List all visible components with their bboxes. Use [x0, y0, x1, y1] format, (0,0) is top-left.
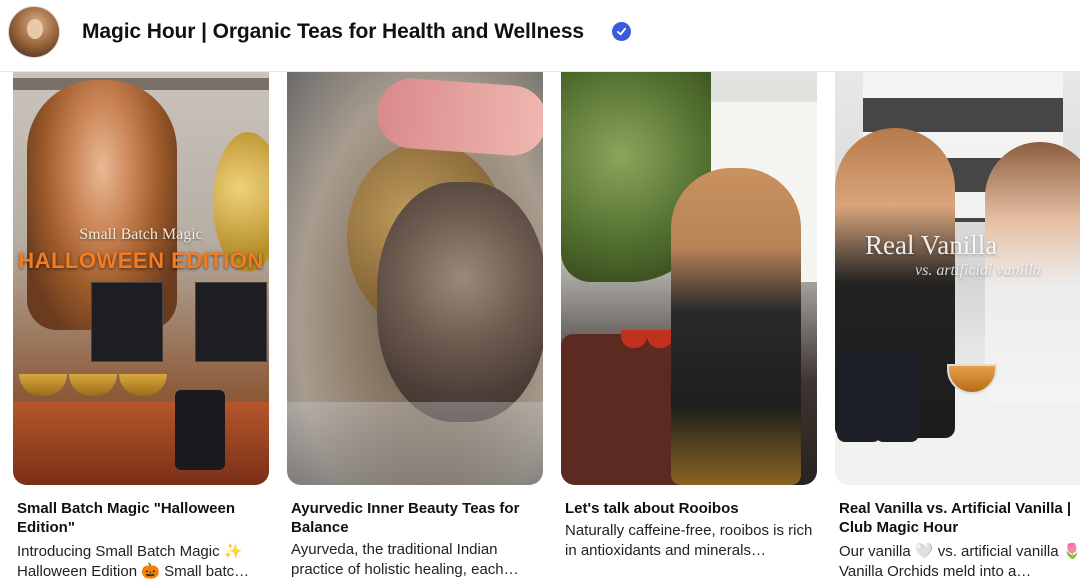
profile-avatar[interactable]	[8, 6, 60, 58]
board-header: Magic Hour | Organic Teas for Health and…	[0, 0, 1080, 72]
pin-card[interactable]: Let's talk about Rooibos Naturally caffe…	[561, 72, 817, 559]
pin-title[interactable]: Ayurvedic Inner Beauty Teas for Balance	[291, 499, 543, 537]
verified-badge-icon	[612, 22, 631, 41]
board-title[interactable]: Magic Hour | Organic Teas for Health and…	[82, 20, 584, 44]
overlay-text: vs. artificial vanilla	[915, 262, 1041, 279]
decor-hand	[374, 76, 543, 158]
overlay-text: Small Batch Magic	[79, 226, 203, 243]
decor-glass	[287, 402, 543, 485]
pin-thumbnail[interactable]	[287, 72, 543, 485]
pin-description: Our vanilla 🤍 vs. artificial vanilla 🌷 V…	[839, 543, 1080, 580]
pin-title[interactable]: Let's talk about Rooibos	[565, 499, 817, 518]
person-figure	[671, 168, 801, 485]
tea-leaves	[377, 182, 543, 422]
pin-description: Ayurveda, the traditional Indian practic…	[291, 541, 519, 578]
tea-jar	[175, 390, 225, 470]
pin-thumbnail[interactable]	[561, 72, 817, 485]
overlay-text: Real Vanilla	[865, 230, 998, 260]
pin-card[interactable]: Ayurvedic Inner Beauty Teas for Balance …	[287, 72, 543, 578]
tea-bowl	[19, 374, 67, 396]
decor-tray	[13, 402, 269, 485]
tea-jar	[875, 348, 919, 442]
pin-thumbnail[interactable]: Small Batch Magic HALLOWEEN EDITION	[13, 72, 269, 485]
overlay-text: HALLOWEEN EDITION	[18, 248, 264, 273]
pin-description: Naturally caffeine-free, rooibos is rich…	[565, 522, 813, 559]
tea-package	[195, 282, 267, 362]
pin-description: Introducing Small Batch Magic ✨ Hallowee…	[17, 543, 250, 580]
pin-card[interactable]: Small Batch Magic HALLOWEEN EDITION Smal…	[13, 72, 269, 580]
pin-thumbnail[interactable]: Real Vanilla vs. artificial vanilla	[835, 72, 1080, 485]
tea-bowl	[119, 374, 167, 396]
tea-bowl	[69, 374, 117, 396]
pin-title[interactable]: Real Vanilla vs. Artificial Vanilla | Cl…	[839, 499, 1080, 537]
tea-package	[91, 282, 163, 362]
pin-title[interactable]: Small Batch Magic "Halloween Edition"	[17, 499, 269, 537]
pin-card[interactable]: Real Vanilla vs. artificial vanilla Real…	[835, 72, 1080, 580]
